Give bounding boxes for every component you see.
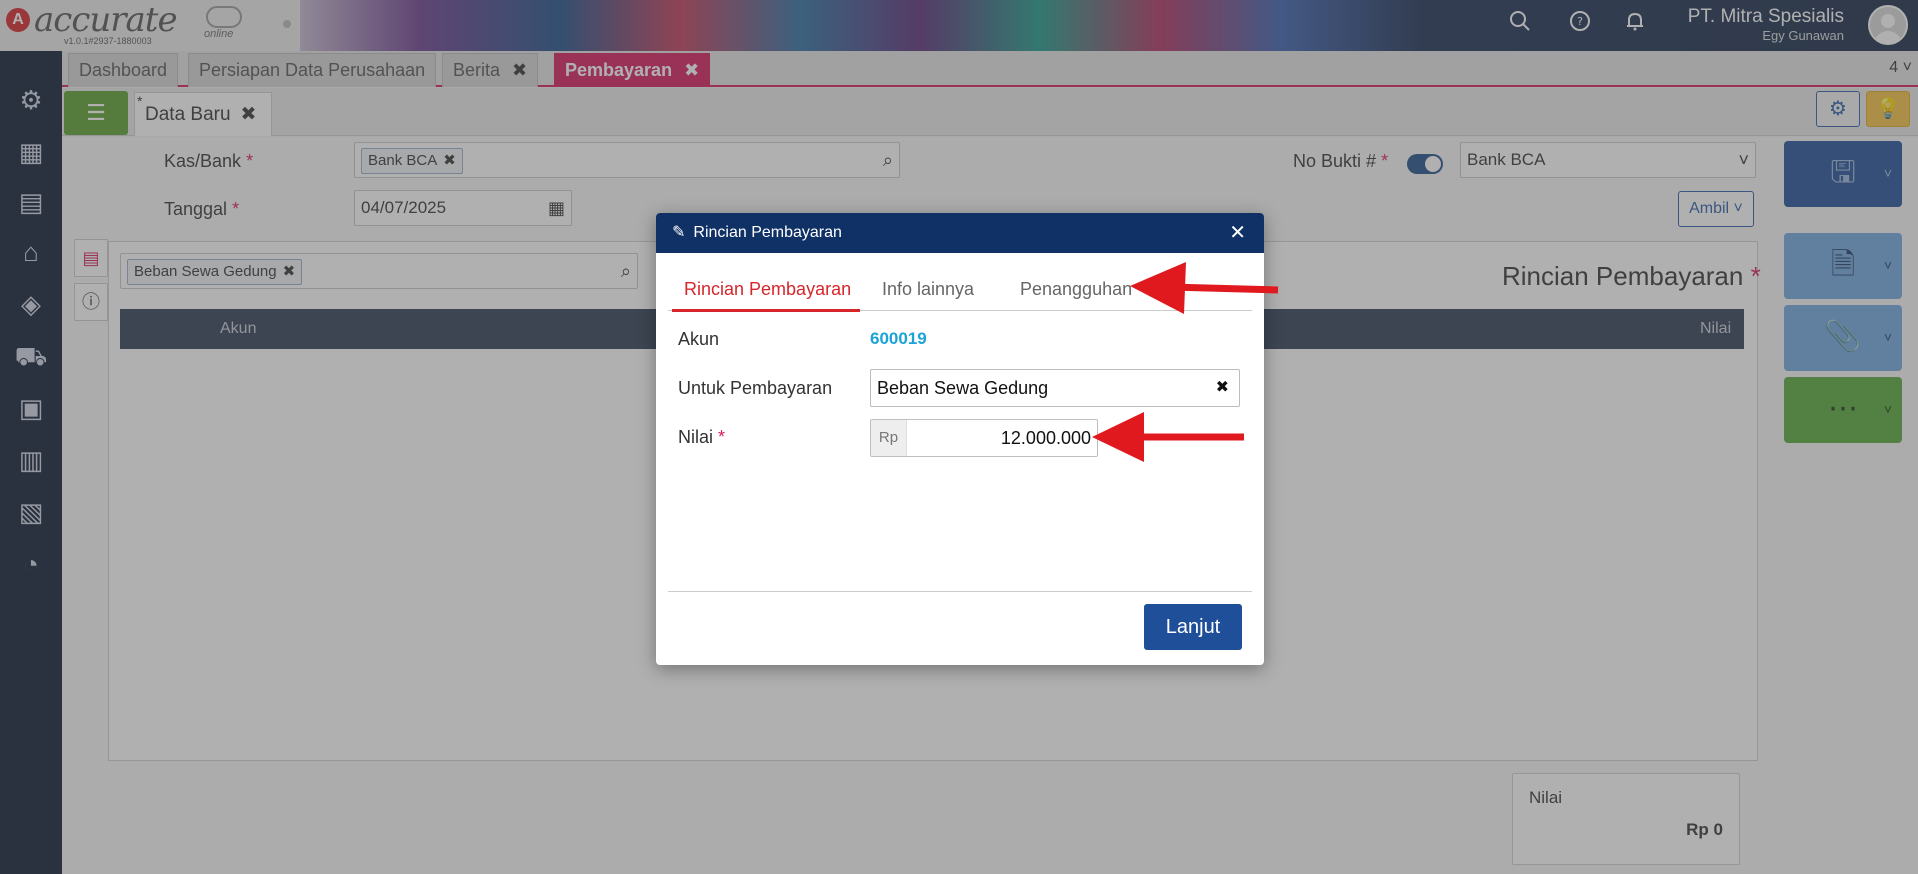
akun-label: Akun [678, 329, 720, 349]
tab-rincian-pembayaran[interactable]: Rincian Pembayaran [684, 279, 851, 300]
active-tab-indicator [672, 309, 860, 312]
divider [668, 591, 1252, 592]
nilai-label-text: Nilai [678, 427, 714, 447]
nilai-input[interactable]: Rp 12.000.000 [870, 419, 1098, 457]
pencil-icon: ✎ [672, 224, 686, 241]
akun-value[interactable]: 600019 [870, 329, 927, 349]
nilai-label: Nilai * [678, 427, 726, 447]
nilai-value: 12.000.000 [1000, 428, 1091, 448]
close-icon[interactable]: ✕ [1229, 213, 1246, 253]
clear-icon[interactable]: ✖ [1216, 370, 1229, 406]
dialog-header: ✎ Rincian Pembayaran ✕ [656, 213, 1264, 253]
currency-prefix: Rp [871, 420, 907, 456]
untuk-pembayaran-value: Beban Sewa Gedung [877, 378, 1049, 398]
arrow-annotation-icon [1130, 262, 1279, 314]
untuk-pembayaran-label: Untuk Pembayaran [678, 378, 833, 398]
arrow-annotation-icon [1092, 412, 1244, 462]
tab-info-lainnya[interactable]: Info lainnya [882, 279, 974, 300]
dialog-title: Rincian Pembayaran [693, 224, 842, 241]
lanjut-button[interactable]: Lanjut [1144, 604, 1242, 650]
untuk-pembayaran-input[interactable]: Beban Sewa Gedung ✖ [870, 369, 1240, 407]
tab-penangguhan[interactable]: Penangguhan [1020, 279, 1132, 300]
